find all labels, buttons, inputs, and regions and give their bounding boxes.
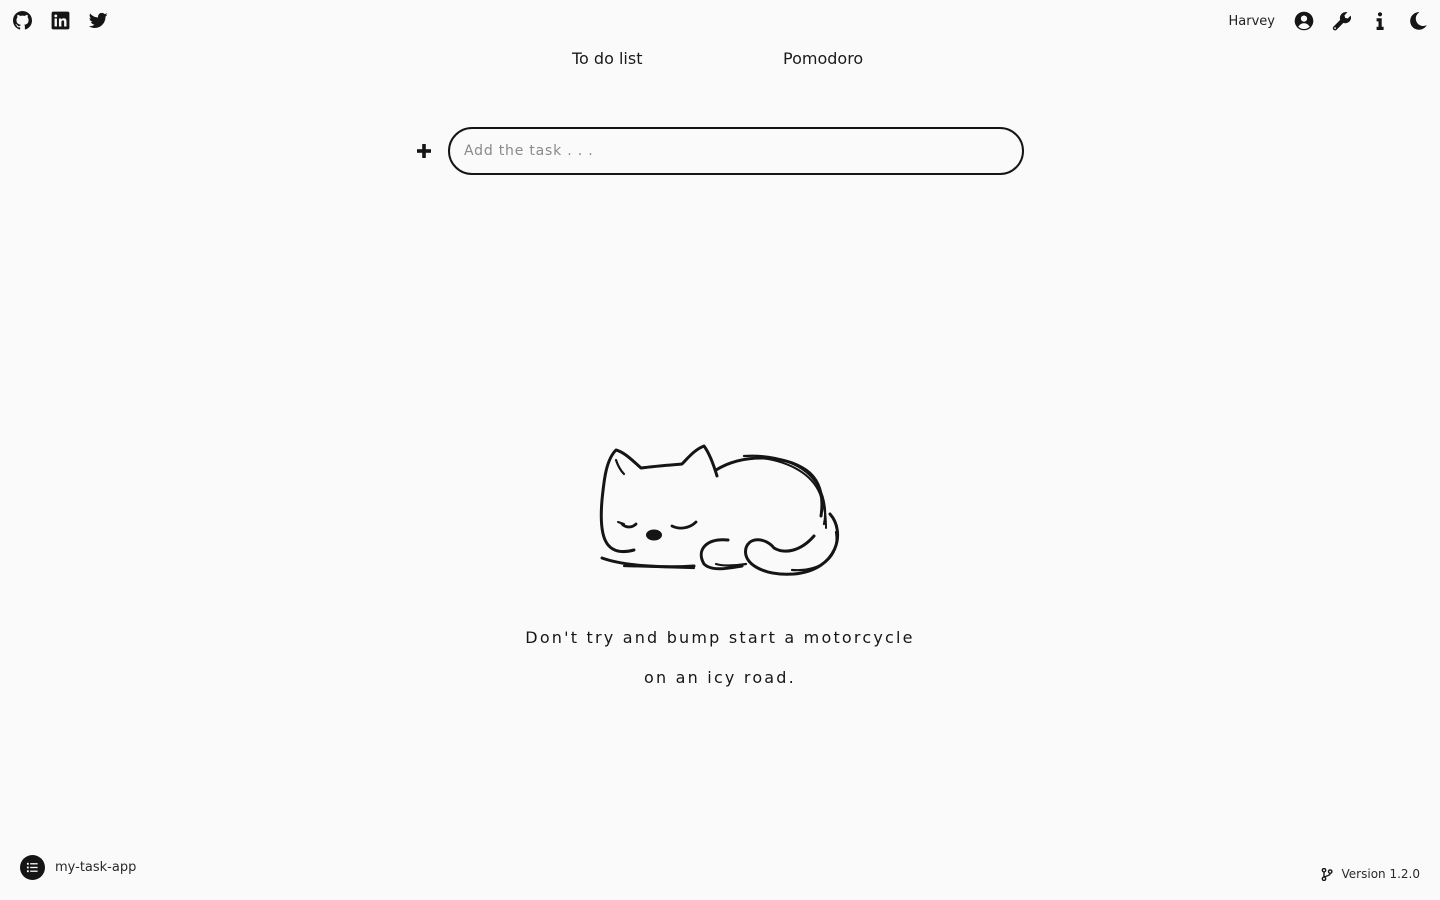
task-input[interactable] xyxy=(448,127,1024,175)
app-brand[interactable]: my-task-app xyxy=(20,855,136,880)
git-branch-icon xyxy=(1321,867,1333,881)
app-page: Harvey To do list Pomodoro Add the task … xyxy=(0,0,1440,900)
add-task-row xyxy=(412,127,1024,175)
task-list-icon xyxy=(20,855,45,880)
version-info: Version 1.2.0 xyxy=(1321,867,1420,881)
quote-line-1: Don't try and bump start a motorcycle xyxy=(525,628,915,647)
cat-nose-icon xyxy=(646,529,662,541)
info-icon[interactable] xyxy=(1370,11,1390,31)
github-icon[interactable] xyxy=(13,11,32,30)
user-circle-icon[interactable] xyxy=(1294,11,1314,31)
tab-todo-list[interactable]: To do list xyxy=(572,49,642,68)
sleeping-cat-illustration xyxy=(594,440,846,580)
version-label: Version 1.2.0 xyxy=(1341,867,1420,881)
social-links xyxy=(13,11,108,30)
quote-line-2: on an icy road. xyxy=(644,668,796,687)
linkedin-icon[interactable] xyxy=(51,11,70,30)
username-label: Harvey xyxy=(1228,13,1275,29)
empty-state-quote: Don't try and bump start a motorcycle on… xyxy=(0,618,1440,698)
user-toolbar: Harvey xyxy=(1229,10,1428,32)
view-tabs: To do list Pomodoro xyxy=(0,49,1440,71)
tab-pomodoro[interactable]: Pomodoro xyxy=(783,49,863,68)
moon-icon[interactable] xyxy=(1408,11,1428,31)
twitter-icon[interactable] xyxy=(89,11,108,30)
plus-icon xyxy=(417,144,431,158)
add-task-button[interactable] xyxy=(412,139,436,163)
wrench-icon[interactable] xyxy=(1332,11,1352,31)
app-name: my-task-app xyxy=(55,860,137,875)
